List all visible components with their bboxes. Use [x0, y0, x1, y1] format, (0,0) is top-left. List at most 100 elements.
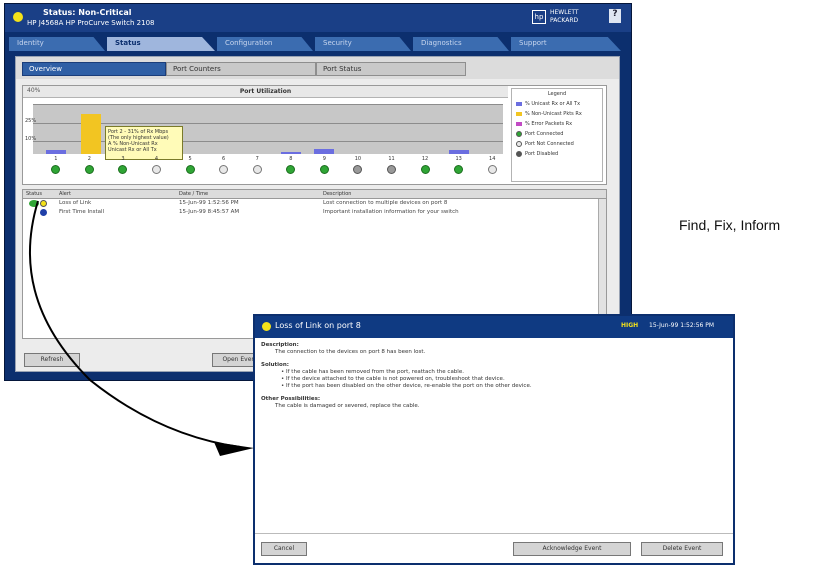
- port-status-icon[interactable]: [353, 165, 363, 174]
- port-number-label: 4: [154, 156, 159, 162]
- column-header-alert[interactable]: Alert: [59, 191, 71, 197]
- legend-item: Port Connected: [516, 130, 598, 138]
- alert-description: Lost connection to multiple devices on p…: [323, 200, 448, 206]
- port-status-icon[interactable]: [420, 165, 430, 174]
- port-utilization-chart: Port Utilization 40% 25% 10% Port 2 - 31…: [22, 85, 607, 185]
- main-tabs: Identity Status Configuration Security D…: [9, 37, 629, 51]
- port-axis: 1 2 3 4 5 6 7 8 9 10 11 12 13 14: [33, 156, 503, 182]
- refresh-button[interactable]: Refresh: [24, 353, 80, 367]
- port-status-icon[interactable]: [118, 165, 128, 174]
- other-possibilities-text: The cable is damaged or severed, replace…: [275, 403, 420, 409]
- dialog-footer: Cancel Acknowledge Event Delete Event: [255, 533, 733, 563]
- port-status-icon[interactable]: [387, 165, 396, 174]
- port-number-label: 14: [489, 156, 496, 162]
- subtab-port-status[interactable]: Port Status: [316, 62, 466, 76]
- alert-name: Loss of Link: [59, 200, 92, 206]
- alert-date: 15-Jun-99 1:52:56 PM: [179, 200, 239, 206]
- alert-row[interactable]: Loss of Link 15-Jun-99 1:52:56 PM Lost c…: [23, 199, 606, 208]
- column-header-date[interactable]: Date / Time: [179, 191, 208, 197]
- critical-alert-icon: [29, 200, 39, 207]
- gridline: [33, 123, 503, 124]
- legend-item: Port Not Connected: [516, 140, 598, 148]
- dialog-title-bar: Loss of Link on port 8 HIGH 15-Jun-99 1:…: [255, 316, 733, 338]
- legend-swatch: [516, 131, 522, 137]
- gridline: [33, 141, 503, 142]
- y-tick-label: 10%: [25, 136, 37, 142]
- delete-event-button[interactable]: Delete Event: [641, 542, 723, 556]
- tooltip-line: Unicast Rx or All Tx: [108, 147, 157, 153]
- port-status-icon[interactable]: [185, 165, 195, 174]
- port-number-label: 3: [121, 156, 125, 162]
- pointer-arrow-head: [214, 442, 254, 456]
- legend-label: Port Not Connected: [525, 141, 574, 147]
- status-dot-icon: [13, 12, 23, 22]
- event-detail-dialog: Loss of Link on port 8 HIGH 15-Jun-99 1:…: [253, 314, 735, 565]
- solution-text: If the port has been disabled on the oth…: [286, 383, 532, 389]
- legend-swatch: [516, 151, 522, 157]
- legend-swatch: [516, 141, 522, 147]
- device-name: HP J4568A HP ProCurve Switch 2108: [27, 19, 155, 27]
- acknowledge-event-button[interactable]: Acknowledge Event: [513, 542, 631, 556]
- port-number-label: 1: [54, 156, 58, 162]
- chart-tooltip: Port 2 - 31% of Rx Mbps (The only highes…: [105, 126, 183, 160]
- tab-diagnostics[interactable]: Diagnostics: [413, 37, 509, 51]
- port-status-icon[interactable]: [152, 165, 161, 174]
- tab-support[interactable]: Support: [511, 37, 621, 51]
- tab-identity[interactable]: Identity: [9, 37, 105, 51]
- legend-label: % Unicast Rx or All Tx: [525, 101, 581, 107]
- port-number-label: 9: [322, 156, 326, 162]
- port-status-icon[interactable]: [454, 165, 464, 174]
- port-status-icon[interactable]: [286, 165, 296, 174]
- subtab-overview[interactable]: Overview: [22, 62, 166, 76]
- column-header-description[interactable]: Description: [323, 191, 351, 197]
- dialog-body: Description: The connection to the devic…: [255, 338, 733, 414]
- solution-text: If the cable has been removed from the p…: [286, 369, 464, 375]
- alert-log-header: Status Alert Date / Time Description: [23, 190, 606, 199]
- port-status-icon[interactable]: [219, 165, 229, 174]
- alert-description: Important installation information for y…: [323, 209, 459, 215]
- legend-label: Port Connected: [525, 131, 564, 137]
- port-status-icon[interactable]: [84, 165, 94, 174]
- solution-text: If the device attached to the cable is n…: [286, 376, 505, 382]
- tab-configuration[interactable]: Configuration: [217, 37, 313, 51]
- legend-title: Legend: [547, 91, 567, 97]
- severity-label: HIGH: [621, 322, 639, 329]
- legend-item: % Non-Unicast Pkts Rx: [516, 110, 598, 118]
- help-button[interactable]: ?: [609, 9, 621, 23]
- tab-security[interactable]: Security: [315, 37, 411, 51]
- port-number-label: 5: [188, 156, 192, 162]
- port-number-label: 11: [388, 156, 395, 162]
- chart-bar: [314, 149, 335, 154]
- cancel-button[interactable]: Cancel: [261, 542, 307, 556]
- port-number-label: 8: [289, 156, 293, 162]
- solution-item: • If the port has been disabled on the o…: [281, 383, 532, 389]
- port-number-label: 10: [354, 156, 362, 162]
- subtab-port-counters[interactable]: Port Counters: [166, 62, 316, 76]
- chart-ymax-label: 40%: [27, 87, 41, 94]
- port-status-icon[interactable]: [252, 165, 262, 174]
- legend-label: % Error Packets Rx: [525, 121, 573, 127]
- brand-line-2: PACKARD: [550, 17, 579, 24]
- port-number-label: 2: [87, 156, 91, 162]
- alert-name: First Time Install: [59, 209, 105, 215]
- gridline: [33, 104, 503, 105]
- port-status-icon[interactable]: [487, 165, 497, 174]
- port-number-label: 13: [455, 156, 462, 162]
- column-header-status[interactable]: Status: [26, 191, 42, 197]
- chart-bar: [448, 150, 469, 154]
- brand-line-1: HEWLETT: [550, 9, 579, 16]
- chart-bar: [81, 114, 102, 154]
- legend-label: Port Disabled: [525, 151, 559, 157]
- solution-item: • If the cable has been removed from the…: [281, 369, 464, 375]
- solution-item: • If the device attached to the cable is…: [281, 376, 505, 382]
- device-status-label: Status: Non-Critical: [43, 8, 132, 17]
- port-status-icon[interactable]: [51, 165, 61, 174]
- other-possibilities-heading: Other Possibilities:: [261, 396, 321, 402]
- alert-row[interactable]: First Time Install 15-Jun-99 8:45:57 AM …: [23, 208, 606, 217]
- legend-item: % Error Packets Rx: [516, 120, 598, 128]
- tab-status[interactable]: Status: [107, 37, 215, 51]
- open-event-icon: [40, 200, 47, 207]
- description-text: The connection to the devices on port 8 …: [275, 349, 426, 355]
- sub-tabs: Overview Port Counters Port Status: [16, 57, 619, 79]
- port-status-icon[interactable]: [319, 165, 329, 174]
